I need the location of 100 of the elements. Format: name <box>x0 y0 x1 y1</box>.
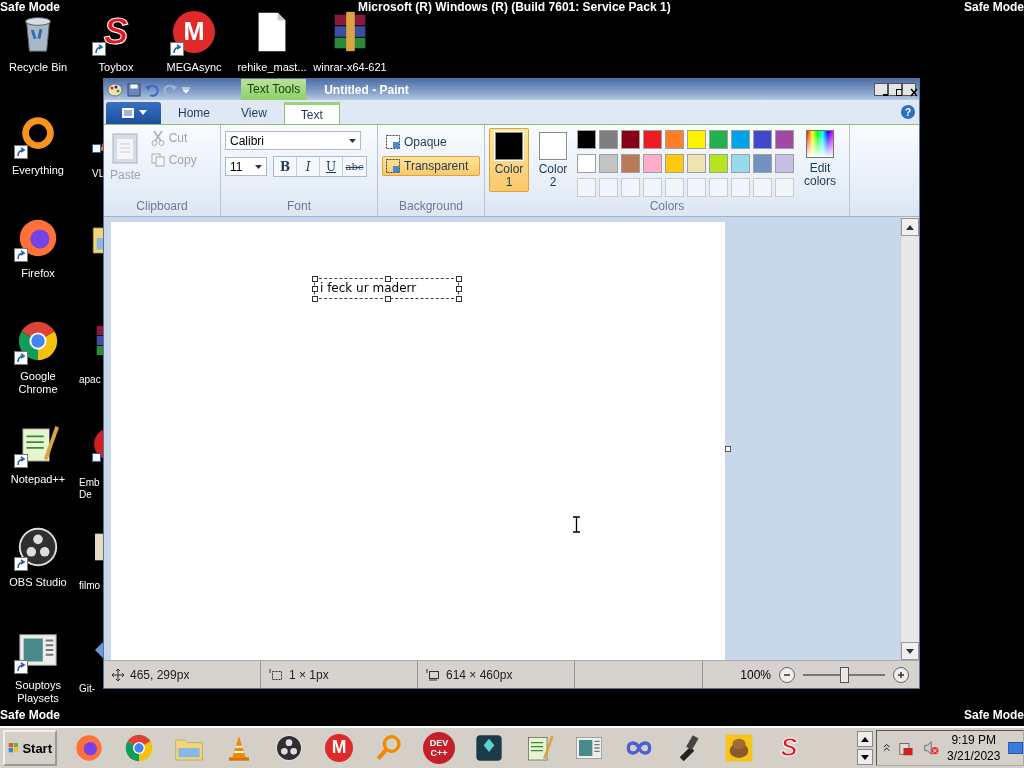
color-slot[interactable]: Color 1 <box>489 128 529 192</box>
bold-button[interactable]: B <box>274 157 297 176</box>
resize-handle[interactable] <box>725 446 731 452</box>
empty-color-swatch[interactable] <box>709 178 728 197</box>
desktop-icon-label[interactable]: Recycle Bin <box>8 61 68 74</box>
minimize-button[interactable] <box>874 83 888 96</box>
close-button[interactable] <box>902 83 916 96</box>
empty-color-swatch[interactable] <box>731 178 750 197</box>
desktop-icon-label[interactable]: winrar-x64-621 <box>313 61 387 74</box>
empty-color-swatch[interactable] <box>599 178 618 197</box>
empty-color-swatch[interactable] <box>775 178 794 197</box>
empty-color-swatch[interactable] <box>687 178 706 197</box>
zoom-in-button[interactable] <box>893 666 909 683</box>
muted-speaker-icon[interactable] <box>922 739 940 757</box>
palette-icon[interactable] <box>107 81 123 98</box>
color-swatch[interactable] <box>709 154 728 173</box>
font-size-dropdown[interactable]: 11 <box>225 157 267 176</box>
color-swatch[interactable] <box>709 130 728 149</box>
color-swatch[interactable] <box>599 154 618 173</box>
shortcut-arrow-icon <box>14 660 28 674</box>
group-label: Clipboard <box>135 199 189 215</box>
selection-size: 1 × 1px <box>289 667 329 682</box>
clock[interactable]: 9:19 PM 3/21/2023 <box>947 732 1001 764</box>
color-swatch[interactable] <box>621 130 640 149</box>
color-swatch[interactable] <box>643 130 662 149</box>
dev-cpp-logo[interactable]: DEV C++ <box>423 732 455 764</box>
ribbon-tab[interactable]: View <box>227 102 281 124</box>
text-frame-icon <box>386 135 400 149</box>
color-swatch[interactable] <box>731 130 750 149</box>
maximize-icon <box>895 88 905 97</box>
down-arrow-icon <box>861 754 869 760</box>
dropdown-icon[interactable] <box>181 84 191 95</box>
desktop-icon-label[interactable]: Firefox <box>21 267 55 280</box>
edit-colors-button[interactable]: Edit colors <box>798 128 842 199</box>
scroll-up-button[interactable] <box>857 731 873 747</box>
drawing-canvas[interactable]: i feck ur maderr <box>111 222 725 660</box>
desktop-icon-label[interactable]: MEGAsync <box>166 61 222 74</box>
help-button[interactable]: ? <box>901 105 915 119</box>
save-icon[interactable] <box>127 82 141 97</box>
desktop-icon-label[interactable]: OBS Studio <box>9 576 67 589</box>
font-family-dropdown[interactable]: Calibri <box>225 131 361 150</box>
color-swatch[interactable] <box>753 154 772 173</box>
desktop-icon-label[interactable]: Toybox <box>98 61 134 74</box>
maximize-button[interactable] <box>888 83 902 96</box>
text-cursor-icon <box>572 516 581 533</box>
text-box[interactable]: i feck ur maderr <box>314 278 459 299</box>
three-blade-circle-icon[interactable] <box>273 732 305 764</box>
safe-mode-label: Safe Mode <box>0 0 60 14</box>
scroll-down-button[interactable] <box>857 749 873 765</box>
color-swatch[interactable] <box>775 154 794 173</box>
color-swatch[interactable] <box>577 154 596 173</box>
color-swatch[interactable] <box>687 130 706 149</box>
chevron-icon[interactable] <box>883 743 891 753</box>
cartoon-animal-icon[interactable] <box>723 732 755 764</box>
color-swatch[interactable] <box>621 154 640 173</box>
desktop-icon-label[interactable]: Emb De <box>79 477 100 501</box>
start-button[interactable]: Start <box>3 730 57 766</box>
desktop-icon-label[interactable]: Notepad++ <box>10 473 66 486</box>
color-swatch[interactable] <box>577 130 596 149</box>
background-option[interactable]: Opaque <box>382 132 480 152</box>
empty-color-swatch[interactable] <box>643 178 662 197</box>
color-swatch[interactable] <box>665 154 684 173</box>
safe-mode-label: Safe Mode <box>964 708 1024 722</box>
document-icon <box>120 107 135 119</box>
color-swatch[interactable] <box>665 130 684 149</box>
color-swatch[interactable] <box>643 154 662 173</box>
italic-button[interactable]: I <box>297 157 320 176</box>
desktop-icon-label[interactable]: Souptoys Playsets <box>0 679 76 705</box>
slider-thumb[interactable] <box>840 666 849 683</box>
show-desktop-icon[interactable] <box>1008 741 1023 755</box>
ribbon-tab[interactable]: Home <box>164 102 224 124</box>
color-swatch[interactable] <box>599 130 618 149</box>
color-swatch[interactable] <box>753 130 772 149</box>
empty-color-swatch[interactable] <box>577 178 596 197</box>
s-logo[interactable]: S <box>93 9 139 55</box>
desktop-icon-label[interactable]: Everything <box>12 164 64 177</box>
underline-button[interactable]: U <box>320 157 343 176</box>
ribbon-tab[interactable]: Text <box>283 102 340 124</box>
undo-icon[interactable] <box>145 82 159 97</box>
color-swatch[interactable] <box>731 154 750 173</box>
redo-icon[interactable] <box>163 82 177 97</box>
color-swatch[interactable] <box>687 154 706 173</box>
color-swatch[interactable] <box>775 130 794 149</box>
app-menu-button[interactable] <box>106 102 161 124</box>
empty-color-swatch[interactable] <box>665 178 684 197</box>
app-tile-icon[interactable] <box>473 732 505 764</box>
zoom-out-button[interactable] <box>779 666 795 683</box>
color-slot[interactable]: Color 2 <box>533 128 573 192</box>
desktop-icon-label[interactable]: Google Chrome <box>0 370 76 396</box>
desktop-icon-label[interactable]: Git- <box>79 683 96 695</box>
vertical-scrollbar[interactable] <box>900 217 919 660</box>
desktop-icon-label[interactable]: filmo <box>79 580 101 592</box>
empty-color-swatch[interactable] <box>621 178 640 197</box>
m-logo[interactable]: M <box>325 734 353 762</box>
strike-button[interactable]: abc <box>343 157 366 176</box>
m-logo[interactable]: M <box>173 11 215 53</box>
empty-color-swatch[interactable] <box>753 178 772 197</box>
desktop-icon-label[interactable]: apac <box>79 374 101 386</box>
background-option[interactable]: Transparent <box>382 156 480 176</box>
desktop-icon-label[interactable]: rehike_mast... <box>237 61 307 74</box>
